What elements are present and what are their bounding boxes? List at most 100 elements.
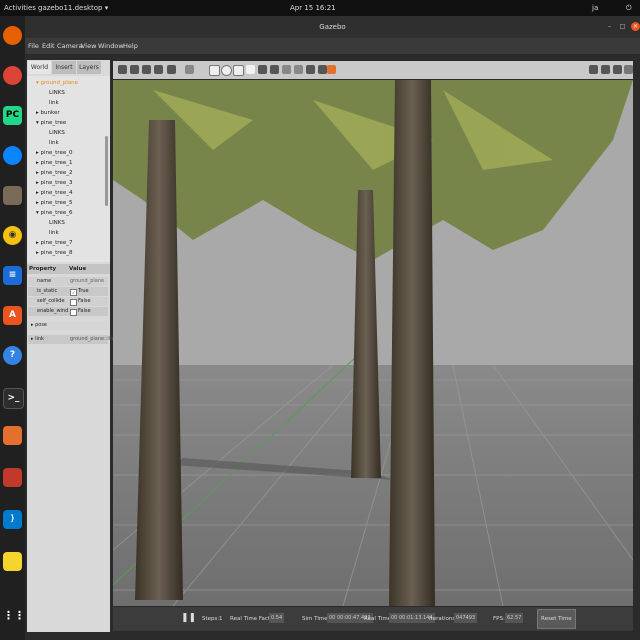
- cylinder-shape-icon[interactable]: [233, 65, 244, 76]
- undo-icon[interactable]: [167, 65, 176, 74]
- vscode-icon[interactable]: ⟩: [3, 510, 22, 529]
- sphere-shape-icon[interactable]: [221, 65, 232, 76]
- record-video-icon[interactable]: [624, 65, 633, 74]
- properties-header: Property Value: [27, 264, 110, 274]
- tab-layers[interactable]: Layers: [77, 61, 101, 74]
- tree-item-links[interactable]: LINKS: [49, 219, 65, 228]
- log-icon[interactable]: [601, 65, 610, 74]
- tree-item-pine-tree-0[interactable]: ▸ pine_tree_0: [36, 149, 72, 158]
- steps-value[interactable]: 1: [219, 616, 223, 622]
- steps-label: Steps:: [202, 616, 220, 622]
- tree-scrollbar[interactable]: [105, 136, 108, 206]
- menu-file[interactable]: File: [28, 42, 39, 50]
- tree-item-pine-tree[interactable]: ▾ pine_tree: [36, 119, 66, 128]
- pause-icon[interactable]: ❚❚: [181, 613, 196, 623]
- left-panel: World Insert Layers ▾ ground_plane LINKS…: [27, 60, 116, 632]
- paste-icon[interactable]: [294, 65, 303, 74]
- activities-button[interactable]: Activities: [4, 4, 36, 12]
- property-column-header: Property: [29, 266, 57, 272]
- spot-light-icon[interactable]: [258, 65, 267, 74]
- tree-item-pine-tree-4[interactable]: ▸ pine_tree_4: [36, 189, 72, 198]
- menu-camera[interactable]: Camera: [57, 42, 83, 50]
- close-icon[interactable]: ×: [631, 22, 640, 31]
- screenshot-icon[interactable]: [589, 65, 598, 74]
- maximize-icon[interactable]: □: [618, 22, 627, 31]
- plot-icon[interactable]: [613, 65, 622, 74]
- property-row-self-collide: self_collide False: [28, 297, 108, 306]
- menu-view[interactable]: View: [81, 42, 96, 50]
- enable-wind-checkbox[interactable]: [70, 309, 77, 316]
- copy-icon[interactable]: [282, 65, 291, 74]
- time-panel: ❚❚ Steps: 1 Real Time Factor: 0.54 Sim T…: [113, 607, 633, 631]
- rhythmbox-icon[interactable]: ◉: [3, 226, 22, 245]
- tree-item-pine-tree-8[interactable]: ▸ pine_tree_8: [36, 249, 72, 258]
- tab-insert[interactable]: Insert: [52, 61, 76, 74]
- system-monitor-icon[interactable]: [3, 468, 22, 487]
- scene-viewport[interactable]: [113, 80, 633, 606]
- redo-icon[interactable]: [185, 65, 194, 74]
- rtf-value: 0.54: [269, 613, 285, 623]
- tree-item-link[interactable]: link: [49, 139, 59, 148]
- is-static-checkbox[interactable]: ✓: [70, 289, 77, 296]
- value-column-header: Value: [69, 266, 87, 272]
- menu-edit[interactable]: Edit: [42, 42, 55, 50]
- directional-light-icon[interactable]: [270, 65, 279, 74]
- scale-mode-icon[interactable]: [154, 65, 163, 74]
- software-center-icon[interactable]: A: [3, 306, 22, 325]
- property-row-name: name ground_plane: [28, 277, 108, 286]
- gazebo-icon[interactable]: [3, 426, 22, 445]
- tree-item-pine-tree-3[interactable]: ▸ pine_tree_3: [36, 179, 72, 188]
- dock: PC ◉ ≡ A ? >_ ⟩ ⋮⋮: [0, 16, 25, 640]
- tree-item-pine-tree-2[interactable]: ▸ pine_tree_2: [36, 169, 72, 178]
- box-shape-icon[interactable]: [209, 65, 220, 76]
- tree-item-pine-tree-7[interactable]: ▸ pine_tree_7: [36, 239, 72, 248]
- user-menu[interactable]: ja: [592, 4, 598, 12]
- app-grid-icon[interactable]: ⋮⋮: [3, 606, 25, 625]
- tree-item-pine-tree-1[interactable]: ▸ pine_tree_1: [36, 159, 72, 168]
- scene-render: [113, 80, 633, 606]
- fps-value: 62.57: [505, 613, 524, 623]
- files-icon[interactable]: [3, 186, 22, 205]
- menu-window[interactable]: Window: [98, 42, 124, 50]
- iterations-label: Iterations:: [429, 616, 458, 622]
- tree-item-link[interactable]: link: [49, 229, 59, 238]
- minimize-icon[interactable]: –: [605, 22, 614, 31]
- tree-item-ground-plane[interactable]: ▾ ground_plane: [36, 79, 78, 88]
- pycharm-icon[interactable]: PC: [3, 106, 22, 125]
- window-title-bar: Gazebo – □ ×: [25, 16, 640, 38]
- firefox-icon[interactable]: [3, 26, 22, 45]
- menu-help[interactable]: Help: [123, 42, 138, 50]
- reset-time-button[interactable]: Reset Time: [537, 609, 576, 629]
- property-row-link[interactable]: ▸ link ground_plane::link: [28, 335, 116, 344]
- sticky-notes-icon[interactable]: [3, 552, 22, 571]
- name-value[interactable]: ground_plane: [70, 277, 104, 286]
- power-icon[interactable]: ⏻: [626, 4, 632, 13]
- snap-icon[interactable]: [318, 65, 327, 74]
- real-time-value: 00 00:01:13.144: [389, 613, 435, 623]
- app-menu[interactable]: gazebo11.desktop ▾: [38, 4, 108, 12]
- writer-icon[interactable]: ≡: [3, 266, 22, 285]
- self-collide-checkbox[interactable]: [70, 299, 77, 306]
- iterations-value: 047493: [454, 613, 478, 623]
- tree-item-links[interactable]: LINKS: [49, 89, 65, 98]
- chrome-icon[interactable]: [3, 66, 22, 85]
- property-row-pose[interactable]: ▸ pose: [28, 321, 108, 330]
- tab-world[interactable]: World: [28, 61, 51, 74]
- scene-toolbar: [113, 61, 633, 79]
- point-light-icon[interactable]: [246, 65, 255, 74]
- tree-item-links[interactable]: LINKS: [49, 129, 65, 138]
- align-icon[interactable]: [306, 65, 315, 74]
- fps-label: FPS:: [493, 616, 505, 622]
- tree-item-link[interactable]: link: [49, 99, 59, 108]
- thunderbird-icon[interactable]: [3, 146, 22, 165]
- change-view-icon[interactable]: [327, 65, 336, 74]
- tree-item-pine-tree-6[interactable]: ▾ pine_tree_6: [36, 209, 72, 218]
- translate-mode-icon[interactable]: [130, 65, 139, 74]
- tree-item-pine-tree-5[interactable]: ▸ pine_tree_5: [36, 199, 72, 208]
- rotate-mode-icon[interactable]: [142, 65, 151, 74]
- clock[interactable]: Apr 15 16:21: [290, 4, 336, 12]
- tree-item-bunker[interactable]: ▸ bunker: [36, 109, 60, 118]
- select-mode-icon[interactable]: [118, 65, 127, 74]
- help-icon[interactable]: ?: [3, 346, 22, 365]
- terminal-icon[interactable]: >_: [3, 388, 24, 409]
